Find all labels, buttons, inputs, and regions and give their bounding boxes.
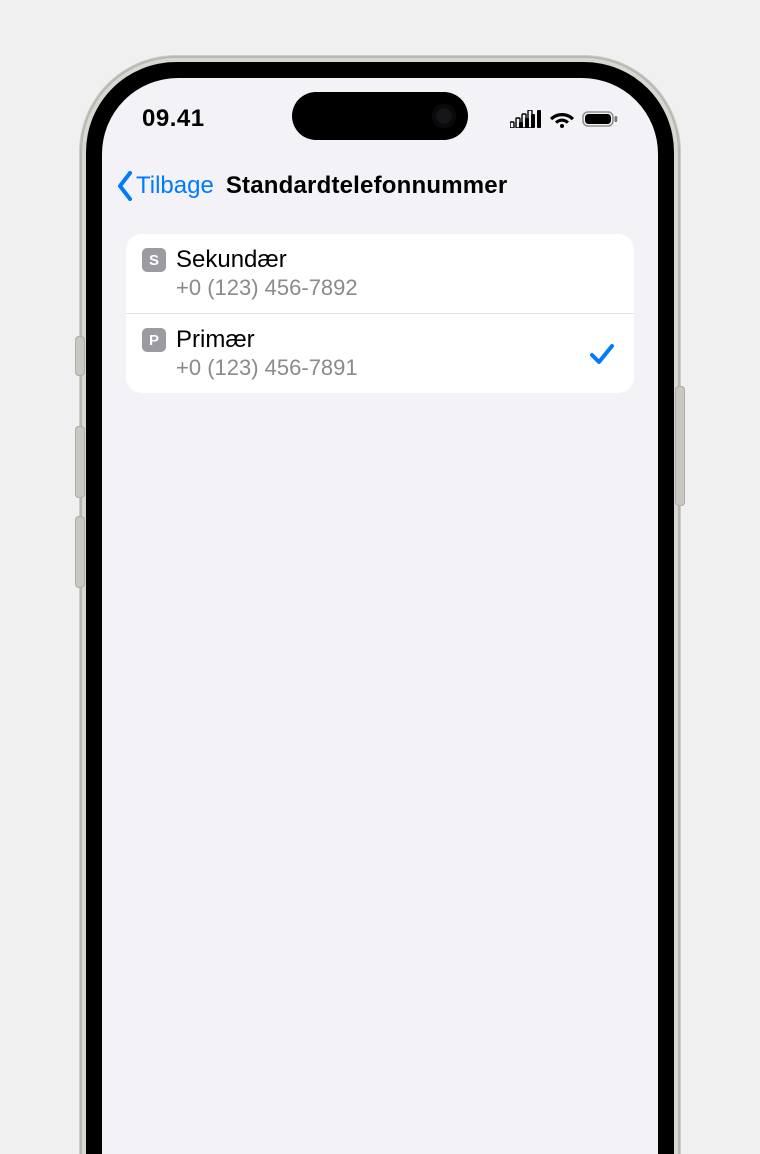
content-area: S Sekundær +0 (123) 456-7892 P Primær +0… [126,234,634,393]
line-text: Sekundær +0 (123) 456-7892 [176,246,616,301]
iphone-mockup: 09.41 [0,0,760,1154]
nav-bar: Tilbage Standardtelefonnummer [102,158,658,214]
line-label: Primær [176,326,580,354]
checkmark-icon [588,340,616,368]
power-button [675,386,685,506]
mute-switch [75,336,85,376]
phone-frame: 09.41 [80,56,680,1154]
line-label: Sekundær [176,246,616,274]
back-label: Tilbage [136,172,214,200]
line-option-primary[interactable]: P Primær +0 (123) 456-7891 [126,313,634,393]
volume-up-button [75,426,85,498]
line-badge-icon: P [142,328,166,352]
status-time: 09.41 [142,95,205,133]
status-bar: 09.41 [102,78,658,150]
line-badge-icon: S [142,248,166,272]
chevron-left-icon [116,171,134,201]
battery-icon [582,110,618,128]
status-icons [510,100,618,128]
phone-bezel: 09.41 [86,62,674,1154]
wifi-icon [550,110,574,128]
phone-screen: 09.41 [102,78,658,1154]
line-text: Primær +0 (123) 456-7891 [176,326,580,381]
cellular-dual-sim-icon [510,110,542,128]
line-option-secondary[interactable]: S Sekundær +0 (123) 456-7892 [126,234,634,313]
volume-down-button [75,516,85,588]
line-select-card: S Sekundær +0 (123) 456-7892 P Primær +0… [126,234,634,393]
back-button[interactable]: Tilbage [116,171,214,201]
page-title: Standardtelefonnummer [226,172,508,200]
line-number: +0 (123) 456-7892 [176,274,616,302]
line-number: +0 (123) 456-7891 [176,354,580,382]
